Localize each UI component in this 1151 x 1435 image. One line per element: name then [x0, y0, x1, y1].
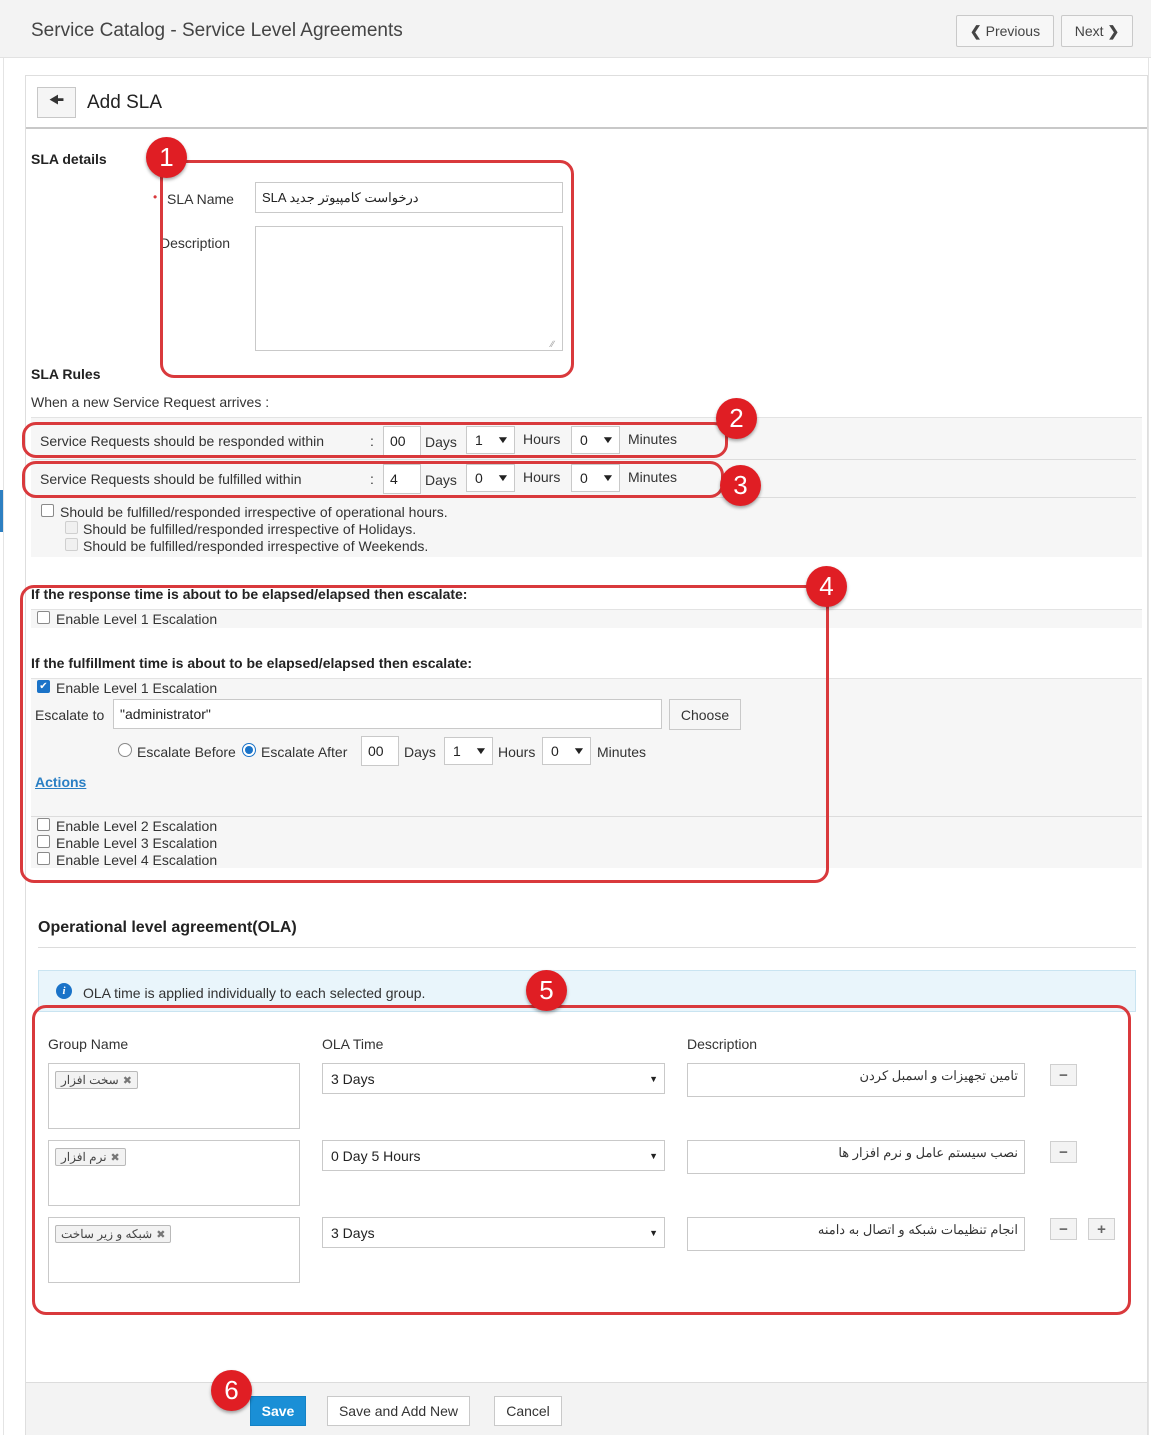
next-button[interactable]: Next ❯ — [1061, 15, 1133, 47]
ola-info-text: OLA time is applied individually to each… — [83, 985, 426, 1001]
previous-button[interactable]: ❮ Previous — [956, 15, 1054, 47]
info-icon: i — [56, 983, 72, 999]
operational-hours-checkbox[interactable] — [41, 504, 54, 517]
callout-box-4 — [20, 585, 829, 883]
ola-title: Operational level agreement(OLA) — [38, 919, 297, 936]
callout-box-1 — [160, 160, 574, 378]
row-divider — [31, 459, 1136, 460]
callout-box-2 — [22, 422, 728, 458]
save-button[interactable]: Save — [250, 1396, 306, 1426]
callout-box-3 — [22, 461, 724, 498]
left-divider — [3, 58, 4, 1435]
save-and-add-new-button[interactable]: Save and Add New — [327, 1396, 470, 1426]
callout-number-2: 2 — [716, 398, 757, 439]
arrow-left-icon: 🠜 — [48, 89, 65, 110]
panel-title: Add SLA — [87, 92, 162, 113]
holidays-label: Should be fulfilled/responded irrespecti… — [83, 521, 417, 537]
chevron-left-icon: ❮ — [969, 22, 982, 39]
sla-rules-intro: When a new Service Request arrives : — [31, 394, 270, 410]
callout-number-6: 6 — [211, 1370, 252, 1411]
panel-header — [26, 76, 1147, 129]
required-marker: • — [153, 190, 158, 204]
callout-number-3: 3 — [720, 465, 761, 506]
chevron-right-icon: ❯ — [1107, 22, 1120, 39]
callout-box-5 — [32, 1005, 1131, 1315]
next-label: Next — [1074, 23, 1104, 39]
right-divider — [1148, 58, 1149, 1435]
previous-label: Previous — [985, 23, 1041, 39]
weekends-label: Should be fulfilled/responded irrespecti… — [83, 538, 429, 554]
back-button[interactable]: 🠜 — [37, 87, 76, 118]
cancel-button[interactable]: Cancel — [494, 1396, 562, 1426]
callout-number-4: 4 — [806, 566, 847, 607]
sidebar-accent — [0, 490, 3, 532]
holidays-checkbox[interactable] — [65, 521, 78, 534]
weekends-checkbox[interactable] — [65, 538, 78, 551]
sla-rules-title: SLA Rules — [31, 366, 101, 382]
callout-number-1: 1 — [146, 137, 187, 178]
form-footer — [26, 1382, 1147, 1435]
page-title: Service Catalog - Service Level Agreemen… — [31, 20, 403, 41]
callout-number-5: 5 — [526, 970, 567, 1011]
ola-title-divider — [38, 947, 1136, 948]
sla-details-title: SLA details — [31, 151, 107, 167]
operational-hours-label: Should be fulfilled/responded irrespecti… — [60, 504, 448, 520]
